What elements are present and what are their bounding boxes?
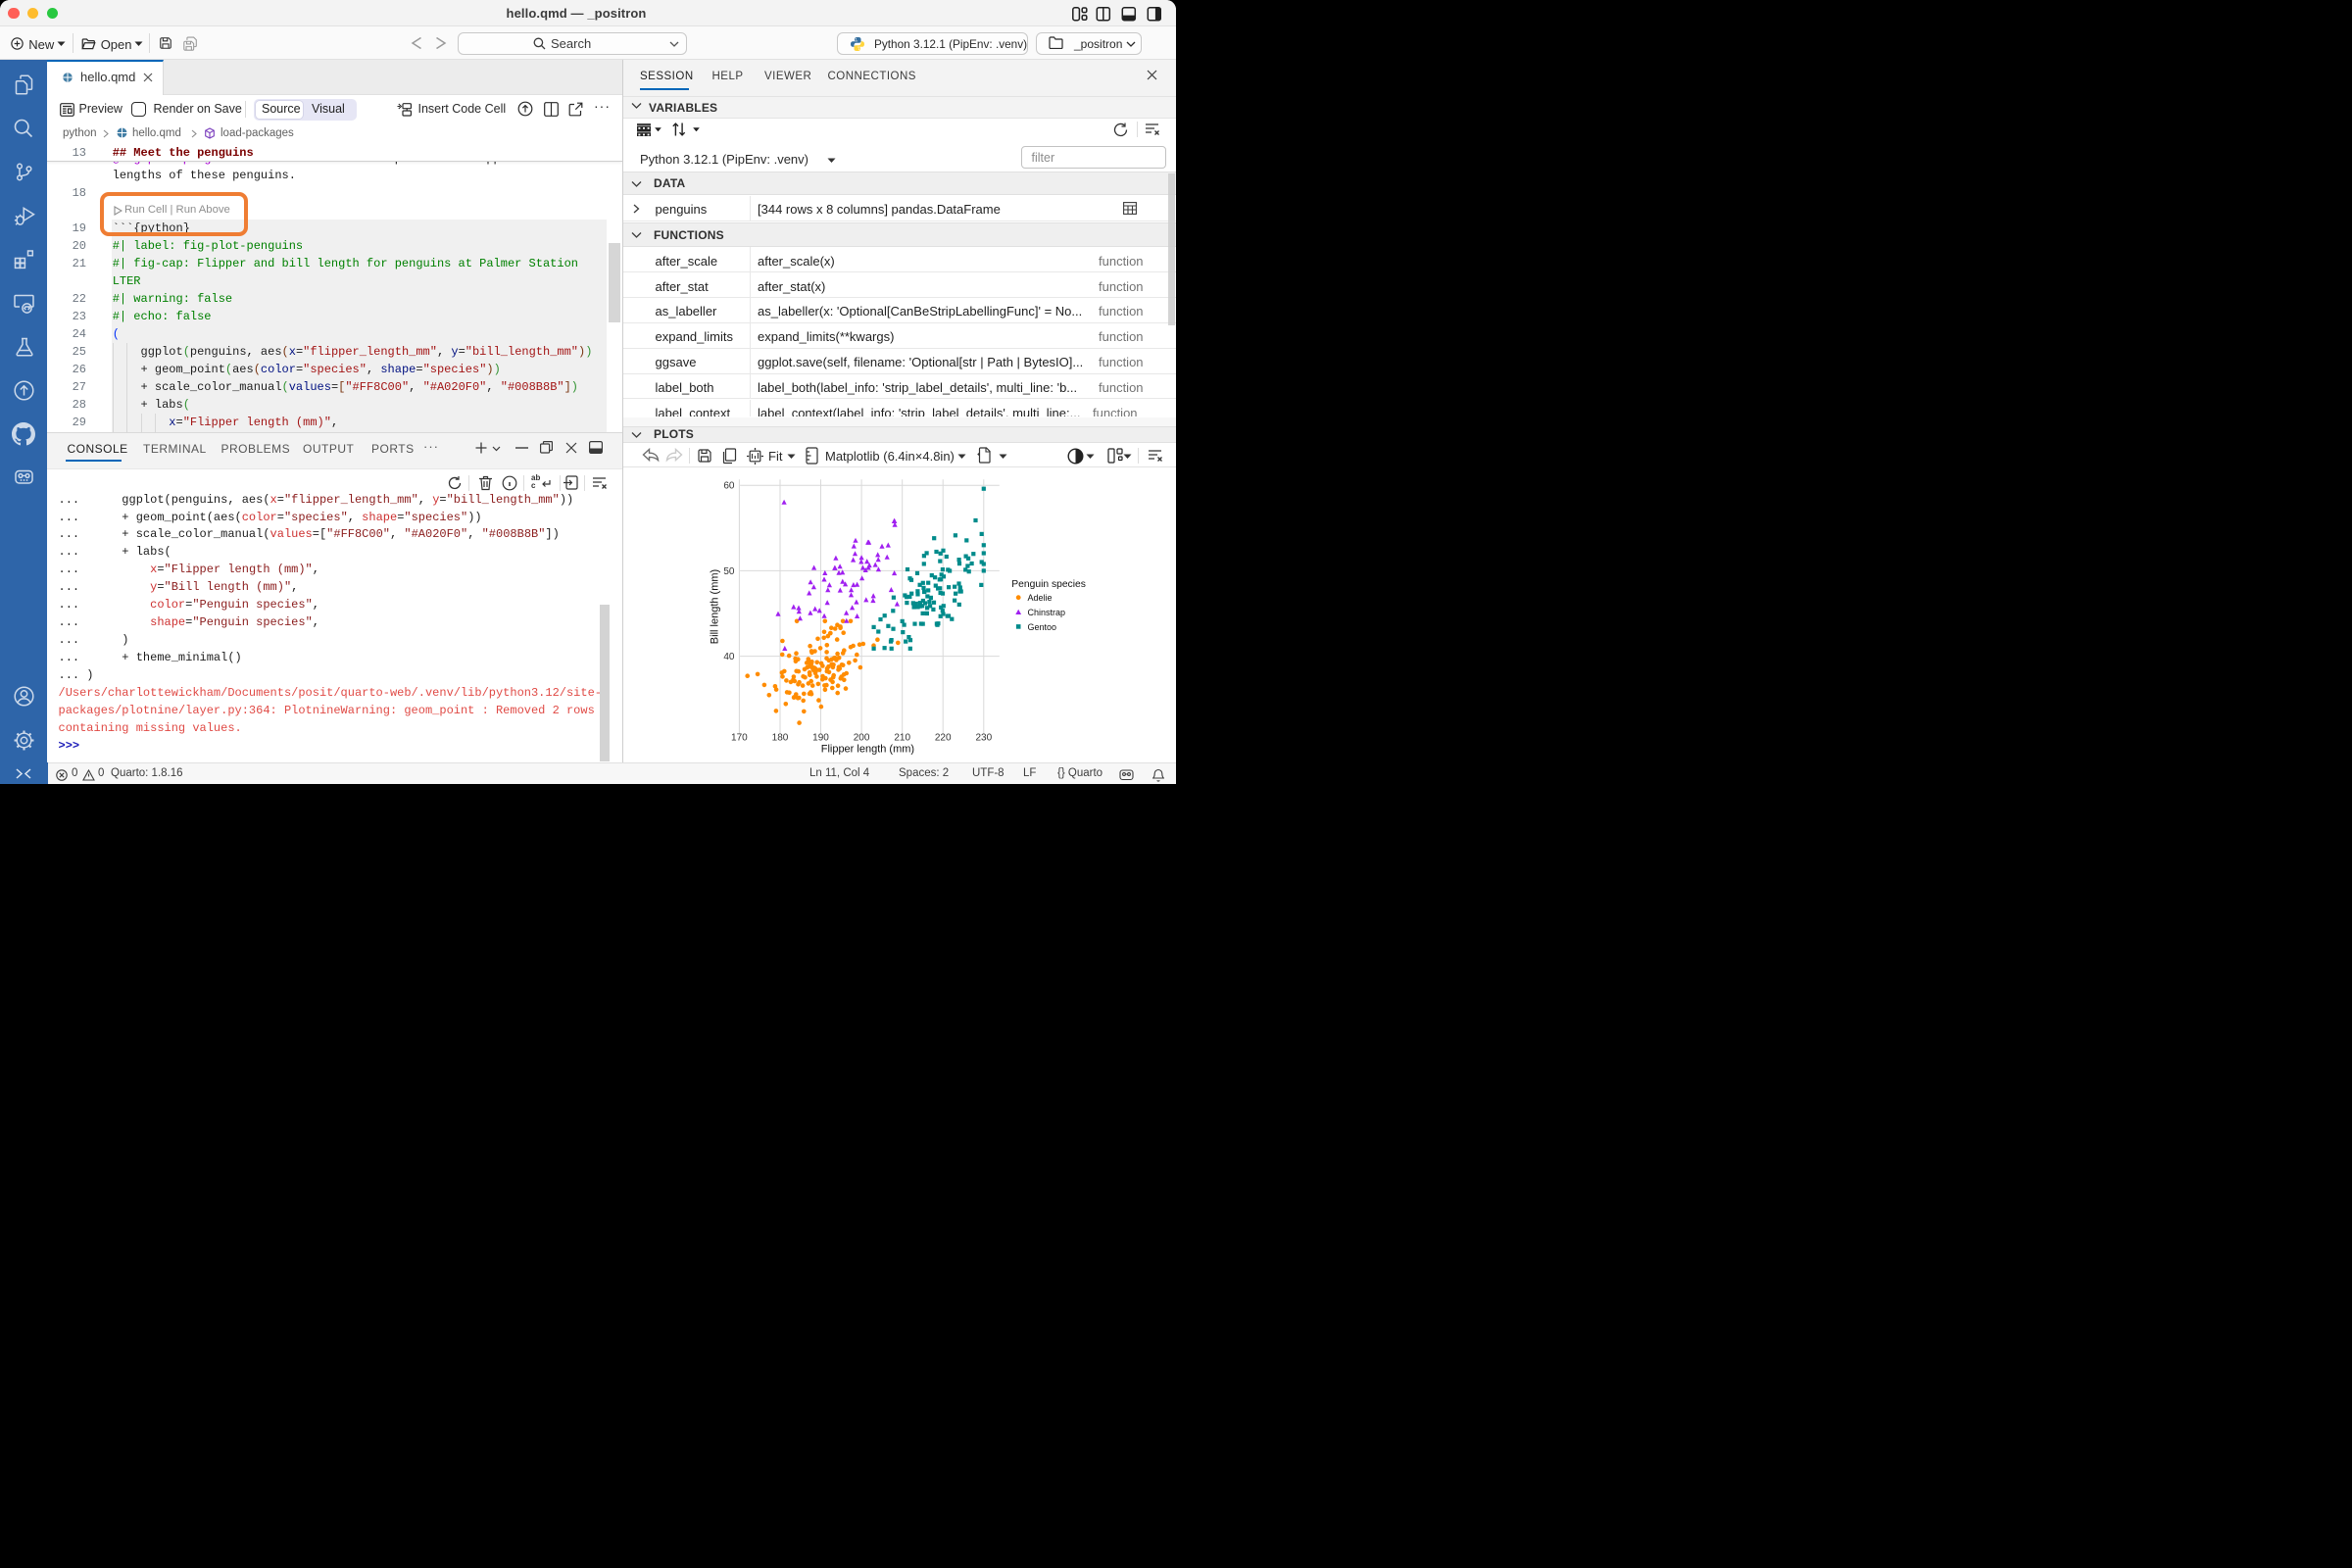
svg-text:Adelie: Adelie: [1027, 594, 1052, 604]
svg-text:Flipper length (mm): Flipper length (mm): [820, 744, 913, 756]
svg-text:220: 220: [934, 733, 951, 744]
svg-text:190: 190: [812, 733, 829, 744]
svg-text:Penguin species: Penguin species: [1011, 580, 1086, 591]
svg-text:210: 210: [894, 733, 910, 744]
svg-text:200: 200: [853, 733, 869, 744]
svg-text:Gentoo: Gentoo: [1027, 622, 1056, 632]
svg-text:50: 50: [723, 566, 735, 577]
svg-text:40: 40: [723, 652, 735, 662]
svg-text:170: 170: [731, 733, 748, 744]
svg-text:180: 180: [771, 733, 788, 744]
svg-text:Bill length (mm): Bill length (mm): [709, 569, 720, 644]
svg-text:60: 60: [723, 481, 735, 492]
svg-text:230: 230: [975, 733, 992, 744]
svg-text:Chinstrap: Chinstrap: [1027, 608, 1065, 617]
